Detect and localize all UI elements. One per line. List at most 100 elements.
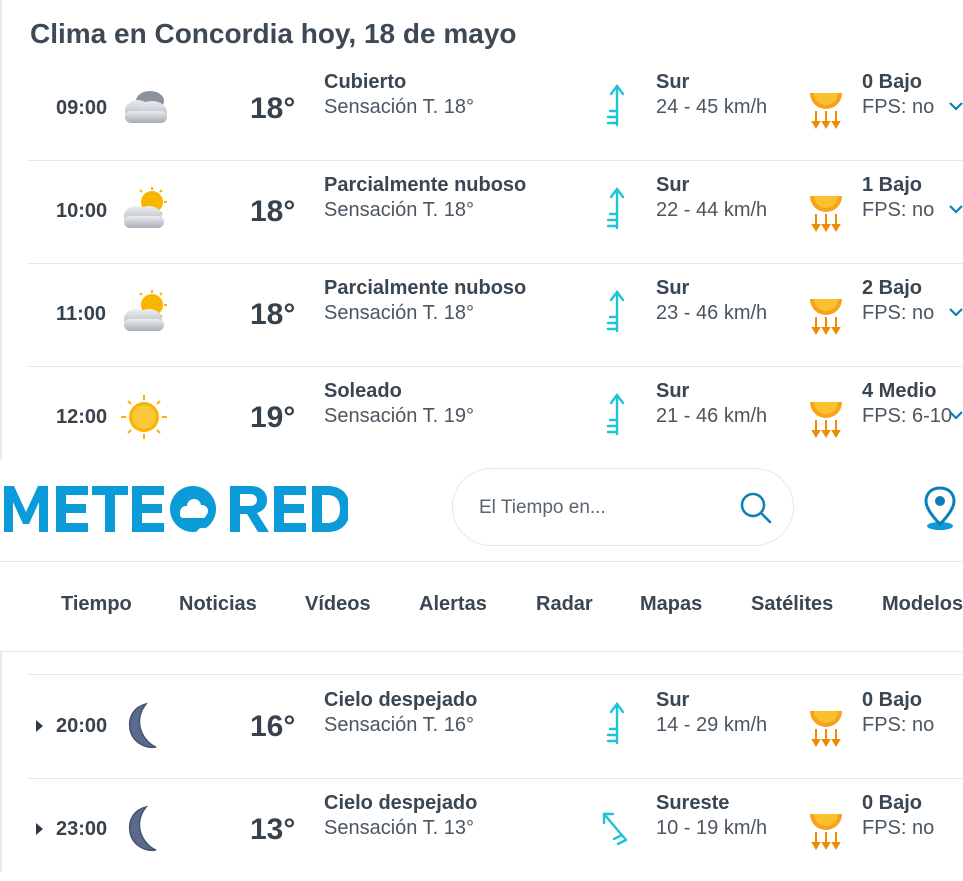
search-box[interactable] (452, 468, 794, 546)
nav-item-videos[interactable]: Vídeos (305, 562, 371, 652)
uv-sun-icon (810, 196, 842, 232)
hour-description: Cielo despejado Sensación T. 13° (324, 792, 477, 840)
wind-south-icon (606, 187, 625, 230)
hour-row[interactable]: 12:00 19° Soleado Sensación T. 19° Sur 2… (28, 366, 963, 469)
page-title: Clima en Concordia hoy, 18 de mayo (30, 18, 517, 49)
expand-arrow-icon[interactable] (36, 823, 43, 835)
condition-label: Cielo despejado (324, 689, 478, 711)
wind-south-icon (606, 290, 625, 333)
partly-cloudy-icon (124, 290, 167, 331)
moon-icon (128, 702, 157, 749)
wind-speed: 24 - 45 km/h (656, 96, 768, 118)
hour-time: 23:00 (56, 818, 108, 840)
meteored-logo[interactable] (4, 480, 348, 536)
nav-item-modelos[interactable]: Modelos (882, 562, 963, 652)
condition-label: Cielo despejado (324, 792, 478, 814)
condition-label: Parcialmente nuboso (324, 174, 527, 196)
hour-description: Parcialmente nuboso Sensación T. 18° (324, 174, 526, 222)
nav-item-satelites[interactable]: Satélites (751, 562, 833, 652)
wind-info: Sur 14 - 29 km/h (656, 689, 767, 737)
uv-info: 0 Bajo FPS: no (862, 792, 934, 840)
hour-time: 20:00 (56, 715, 108, 737)
hour-temp: 16° (250, 710, 296, 743)
chevron-down-icon[interactable] (948, 99, 963, 113)
cloudy-icon (125, 91, 167, 123)
left-border (0, 652, 2, 872)
nav-item-radar[interactable]: Radar (536, 562, 593, 652)
fps-info: FPS: no (862, 302, 935, 324)
uv-index: 0 Bajo (862, 689, 923, 711)
wind-speed: 21 - 46 km/h (656, 405, 768, 427)
feels-like: Sensación T. 18° (324, 96, 474, 118)
uv-info: 4 Medio FPS: 6-10 (862, 380, 952, 428)
wind-info: Sur 22 - 44 km/h (656, 174, 767, 222)
chevron-down-icon[interactable] (948, 408, 963, 422)
feels-like: Sensación T. 18° (324, 199, 474, 221)
feels-like: Sensación T. 18° (324, 302, 474, 324)
partly-cloudy-icon (124, 187, 167, 228)
uv-info: 0 Bajo FPS: no (862, 71, 934, 119)
fps-info: FPS: no (862, 817, 935, 839)
wind-speed: 14 - 29 km/h (656, 714, 768, 736)
left-border (0, 0, 2, 460)
wind-info: Sur 21 - 46 km/h (656, 380, 767, 428)
search-input[interactable] (477, 491, 721, 525)
uv-index: 2 Bajo (862, 277, 923, 299)
chevron-down-icon[interactable] (948, 202, 963, 216)
wind-south-icon (606, 84, 625, 127)
nav-item-mapas[interactable]: Mapas (640, 562, 702, 652)
nav-item-noticias[interactable]: Noticias (179, 562, 257, 652)
wind-direction: Sur (656, 689, 690, 711)
fps-info: FPS: no (862, 714, 935, 736)
location-pin-icon[interactable] (922, 484, 958, 532)
hour-row[interactable]: 23:00 13° Cielo despejado Sensación T. 1… (28, 778, 963, 881)
wind-south-icon (606, 702, 625, 745)
uv-info: 2 Bajo FPS: no (862, 277, 934, 325)
wind-info: Sur 23 - 46 km/h (656, 277, 767, 325)
hour-row[interactable]: 10:00 18° Parcialmente nuboso Sensación … (28, 160, 963, 264)
uv-index: 0 Bajo (862, 792, 923, 814)
hour-time: 09:00 (56, 97, 108, 119)
chevron-down-icon[interactable] (948, 305, 963, 319)
wind-southeast-icon (602, 812, 628, 846)
hour-temp: 19° (250, 401, 296, 434)
expand-arrow-icon[interactable] (36, 720, 43, 732)
hour-description: Cielo despejado Sensación T. 16° (324, 689, 477, 737)
hour-temp: 13° (250, 813, 296, 846)
search-icon[interactable] (739, 491, 773, 525)
fps-info: FPS: no (862, 96, 935, 118)
condition-label: Parcialmente nuboso (324, 277, 527, 299)
feels-like: Sensación T. 16° (324, 714, 474, 736)
hour-time: 10:00 (56, 200, 108, 222)
wind-south-icon (606, 393, 625, 436)
wind-direction: Sur (656, 174, 690, 196)
hour-row[interactable]: 20:00 16° Cielo despejado Sensación T. 1… (28, 675, 963, 779)
hour-description: Soleado Sensación T. 19° (324, 380, 474, 428)
uv-info: 0 Bajo FPS: no (862, 689, 934, 737)
uv-sun-icon (810, 299, 842, 335)
condition-label: Soleado (324, 380, 402, 402)
wind-speed: 23 - 46 km/h (656, 302, 768, 324)
hour-description: Parcialmente nuboso Sensación T. 18° (324, 277, 526, 325)
wind-info: Sur 24 - 45 km/h (656, 71, 767, 119)
condition-label: Cubierto (324, 71, 407, 93)
uv-sun-icon (810, 402, 842, 438)
hour-description: Cubierto Sensación T. 18° (324, 71, 474, 119)
wind-direction: Sur (656, 71, 690, 93)
wind-speed: 10 - 19 km/h (656, 817, 768, 839)
nav-item-alertas[interactable]: Alertas (419, 562, 487, 652)
hour-row[interactable]: 11:00 18° Parcialmente nuboso Sensación … (28, 263, 963, 367)
uv-sun-icon (810, 814, 842, 850)
uv-index: 1 Bajo (862, 174, 923, 196)
hour-time: 11:00 (56, 303, 107, 325)
feels-like: Sensación T. 13° (324, 817, 474, 839)
hour-row[interactable]: 09:00 18° Cubierto Sensación T. 18° Sur … (28, 57, 963, 161)
moon-icon (128, 805, 157, 852)
nav-item-tiempo[interactable]: Tiempo (61, 562, 132, 652)
main-nav: Tiempo Noticias Vídeos Alertas Radar Map… (0, 562, 963, 652)
uv-index: 0 Bajo (862, 71, 923, 93)
uv-info: 1 Bajo FPS: no (862, 174, 934, 222)
fps-info: FPS: no (862, 199, 935, 221)
hour-time: 12:00 (56, 406, 108, 428)
wind-direction: Sureste (656, 792, 730, 814)
